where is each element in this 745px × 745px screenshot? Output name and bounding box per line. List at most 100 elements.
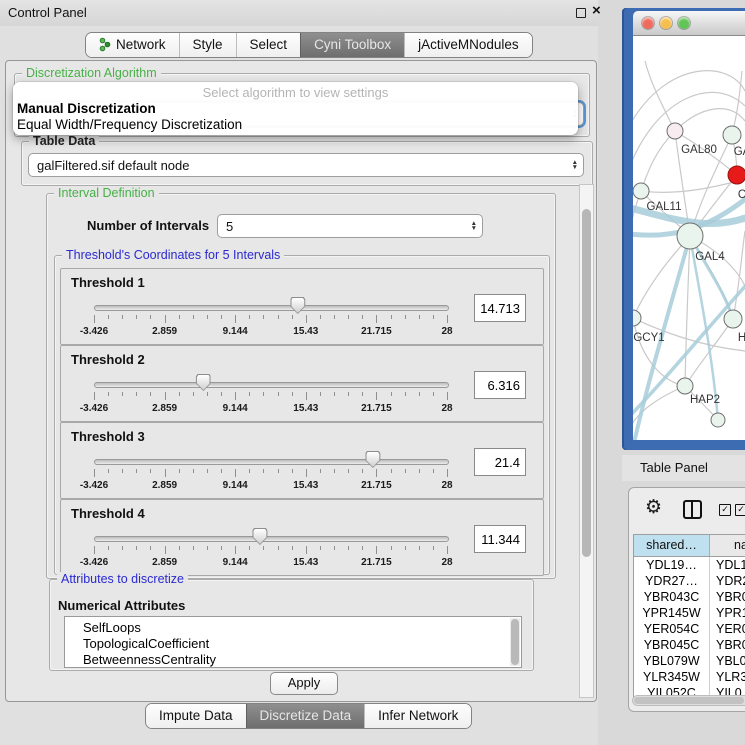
algorithm-option[interactable]: Equal Width/Frequency Discretization	[13, 117, 578, 133]
table-row[interactable]: YBL079W YBL0	[634, 653, 745, 669]
network-edge[interactable]	[633, 71, 745, 121]
column-header-shared-name[interactable]: shared…	[634, 535, 710, 556]
slider-tick-label: 21.715	[361, 557, 392, 568]
list-item[interactable]: SelfLoops	[65, 620, 521, 636]
list-item[interactable]: BetweennessCentrality	[65, 652, 521, 668]
minimize-traffic-light-icon[interactable]	[660, 17, 672, 29]
settings-scrollbar[interactable]	[579, 184, 594, 698]
tab-infer-network[interactable]: Infer Network	[364, 704, 471, 728]
list-item[interactable]: TopologicalCoefficient	[65, 636, 521, 652]
threshold-value-box[interactable]: 21.4	[474, 448, 526, 476]
slider-tick-label: 15.43	[293, 403, 318, 414]
table-row[interactable]: YER054C YER0	[634, 621, 745, 637]
table-row[interactable]: YBR043C YBR0	[634, 589, 745, 605]
slider-tick-label: 9.144	[223, 326, 248, 337]
numerical-attributes-list[interactable]: SelfLoopsTopologicalCoefficientBetweenne…	[64, 616, 522, 668]
slider-tick-label: 15.43	[293, 326, 318, 337]
network-node[interactable]	[724, 310, 742, 328]
float-icon[interactable]	[576, 8, 586, 18]
algorithm-option[interactable]: Manual Discretization	[13, 101, 578, 117]
zoom-traffic-light-icon[interactable]	[678, 17, 690, 29]
table-data-combobox[interactable]: galFiltered.sif default node ▲▼	[28, 153, 584, 177]
network-graph[interactable]: GAL80GACGAL11GAL4GCY1HHAP2	[633, 36, 745, 440]
tab-discretize-data[interactable]: Discretize Data	[246, 704, 365, 728]
control-panel-title: Control Panel	[8, 5, 87, 20]
network-edge[interactable]	[633, 236, 690, 318]
threshold-value-box[interactable]: 11.344	[474, 525, 526, 553]
slider-tick-label: 9.144	[223, 557, 248, 568]
close-icon[interactable]: ×	[592, 2, 601, 19]
close-traffic-light-icon[interactable]	[642, 17, 654, 29]
slider-tick	[447, 546, 448, 554]
slider-tick-label: 2.859	[152, 557, 177, 568]
tab-impute-data[interactable]: Impute Data	[146, 704, 246, 728]
slider-axis-labels: -3.4262.8599.14415.4321.71528	[94, 269, 447, 344]
number-of-intervals-combobox[interactable]: 5 ▲▼	[217, 214, 483, 238]
tab-network[interactable]: Network	[86, 33, 179, 57]
network-node-label: GAL11	[647, 201, 682, 213]
network-window-titlebar	[633, 11, 745, 36]
network-node-label: GA	[734, 146, 745, 158]
apply-button[interactable]: Apply	[270, 672, 338, 695]
slider-tick-label: 28	[441, 326, 452, 337]
gear-icon[interactable]: ⚙	[645, 496, 662, 518]
table-horizontal-scrollbar[interactable]	[632, 695, 745, 706]
scrollbar-thumb[interactable]	[634, 697, 744, 704]
network-node[interactable]	[633, 183, 649, 199]
slider-tick-label: -3.426	[80, 326, 108, 337]
split-columns-icon[interactable]	[683, 500, 702, 519]
network-icon	[99, 37, 111, 52]
tab-label: Impute Data	[159, 708, 233, 723]
threshold-slider[interactable]: -3.4262.8599.14415.4321.71528	[94, 423, 447, 498]
threshold-slider[interactable]: -3.4262.8599.14415.4321.71528	[94, 346, 447, 421]
table-row[interactable]: YPR145W YPR1	[634, 605, 745, 621]
network-edge[interactable]	[641, 131, 675, 191]
interval-definition-legend: Interval Definition	[54, 186, 159, 200]
network-node[interactable]	[677, 378, 693, 394]
network-canvas[interactable]: GAL80GACGAL11GAL4GCY1HHAP2	[633, 36, 745, 440]
slider-tick-label: 21.715	[361, 403, 392, 414]
tab-jactivemnodules[interactable]: jActiveMNodules	[404, 33, 532, 57]
network-node-label: HAP2	[690, 394, 720, 406]
network-node[interactable]	[711, 413, 725, 427]
threshold-value-box[interactable]: 14.713	[474, 294, 526, 322]
table-row[interactable]: YDL19… YDL1	[634, 557, 745, 573]
table-row[interactable]: YDR27… YDR2	[634, 573, 745, 589]
threshold-slider[interactable]: -3.4262.8599.14415.4321.71528	[94, 500, 447, 575]
table-row[interactable]: YLR345W YLR3	[634, 669, 745, 685]
checkbox-icon[interactable]: ✓	[719, 504, 731, 516]
threshold-panel: Threshold 4 -3.4262.8599.14415.4321.7152…	[60, 499, 544, 576]
scrollbar-thumb[interactable]	[511, 619, 519, 665]
control-panel: Control Panel × Network Style Select Cyn…	[0, 0, 598, 745]
slider-tick-label: -3.426	[80, 480, 108, 491]
threshold-value-box[interactable]: 6.316	[474, 371, 526, 399]
network-node[interactable]	[677, 223, 703, 249]
threshold-slider[interactable]: -3.4262.8599.14415.4321.71528	[94, 269, 447, 344]
network-edge[interactable]	[641, 179, 745, 192]
control-panel-titlebar: Control Panel ×	[0, 0, 598, 26]
tab-style[interactable]: Style	[179, 33, 236, 57]
network-node[interactable]	[728, 166, 745, 184]
table-panel-title: Table Panel	[622, 455, 745, 481]
table-data-value: galFiltered.sif default node	[37, 158, 189, 173]
network-view-window: GAL80GACGAL11GAL4GCY1HHAP2	[622, 8, 745, 450]
network-node-label: GAL4	[695, 251, 725, 263]
attributes-list-scrollbar[interactable]	[510, 618, 520, 666]
threshold-coordinates-legend: Threshold's Coordinates for 5 Intervals	[62, 248, 284, 262]
table-row[interactable]: YBR045C YBR0	[634, 637, 745, 653]
slider-tick-label: 15.43	[293, 557, 318, 568]
network-node[interactable]	[667, 123, 683, 139]
slider-tick-label: 28	[441, 480, 452, 491]
network-node[interactable]	[723, 126, 741, 144]
tab-select[interactable]: Select	[236, 33, 301, 57]
tab-cyni-toolbox[interactable]: Cyni Toolbox	[300, 33, 404, 57]
slider-tick-label: 2.859	[152, 403, 177, 414]
algorithm-dropdown-popup: Select algorithm to view settings Manual…	[13, 82, 578, 135]
checkbox-icon[interactable]: ✓	[735, 504, 745, 516]
network-edge[interactable]	[645, 61, 675, 131]
threshold-panel: Threshold 3 -3.4262.8599.14415.4321.7152…	[60, 422, 544, 499]
network-node[interactable]	[633, 310, 641, 326]
scrollbar-thumb[interactable]	[582, 209, 591, 557]
column-header-name[interactable]: na	[710, 535, 745, 556]
slider-tick	[447, 315, 448, 323]
